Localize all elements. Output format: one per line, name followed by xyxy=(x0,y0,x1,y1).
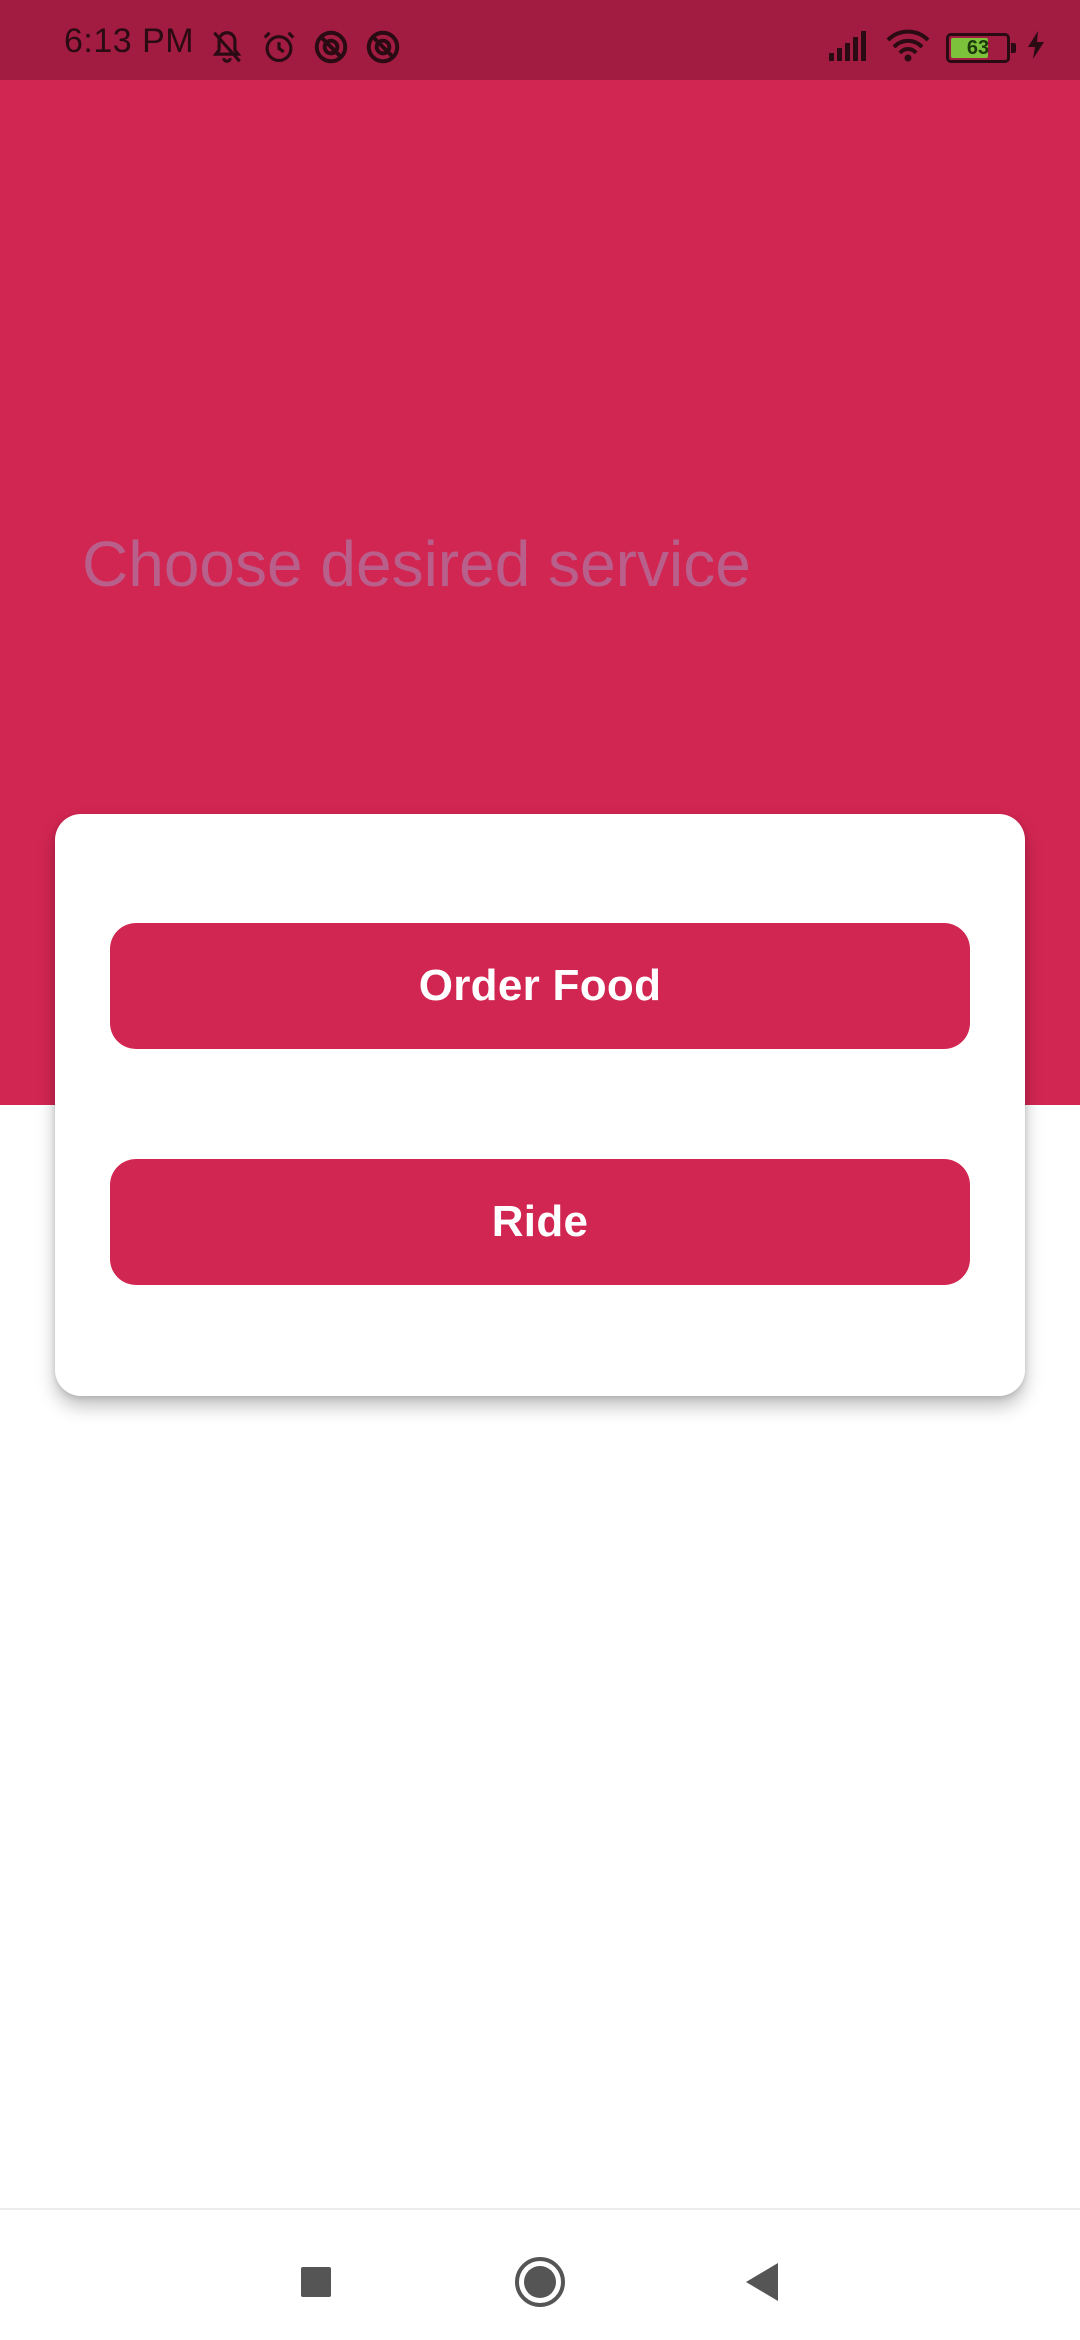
navigation-bar xyxy=(0,2208,1080,2340)
status-system-icons: 63 xyxy=(828,28,1046,67)
app-notification-icon xyxy=(312,28,350,66)
charging-icon xyxy=(1026,30,1046,65)
battery-icon: 63 xyxy=(946,32,1016,63)
back-icon[interactable] xyxy=(734,2254,790,2310)
status-notification-icons xyxy=(208,28,402,66)
mute-bell-icon xyxy=(208,28,246,66)
status-time: 6:13 PM xyxy=(64,22,195,60)
recent-apps-icon[interactable] xyxy=(288,2254,344,2310)
page-title: Choose desired service xyxy=(82,528,751,600)
alarm-icon xyxy=(260,28,298,66)
signal-icon xyxy=(828,29,870,66)
battery-level: 63 xyxy=(966,36,990,59)
status-bar: 6:13 PM 63 xyxy=(0,0,1080,80)
app-notification-icon xyxy=(364,28,402,66)
app-screen: 6:13 PM 63 Choose desired service Order … xyxy=(0,0,1080,2340)
wifi-icon xyxy=(886,28,930,67)
service-card: Order Food Ride xyxy=(55,814,1025,1396)
ride-button[interactable]: Ride xyxy=(110,1159,970,1285)
order-food-button[interactable]: Order Food xyxy=(110,923,970,1049)
home-icon[interactable] xyxy=(512,2254,568,2310)
